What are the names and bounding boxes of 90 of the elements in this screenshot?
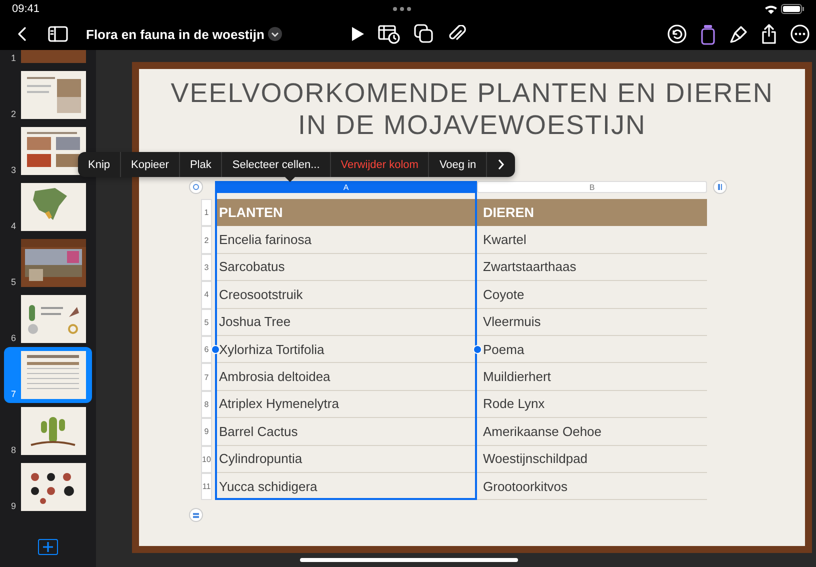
- slide-number: 2: [10, 109, 17, 119]
- back-icon[interactable]: [17, 26, 27, 42]
- slide-number: 6: [10, 333, 17, 343]
- menu-item[interactable]: Knip: [78, 152, 122, 177]
- table-cell: Amerikaanse Oehoe: [477, 418, 707, 446]
- multitasking-dots-icon[interactable]: [392, 6, 412, 12]
- header-cell: DIEREN: [477, 199, 707, 226]
- wifi-icon: [764, 4, 778, 14]
- slide-thumbnail-item[interactable]: 8: [4, 403, 92, 459]
- table-select-handle[interactable]: [189, 180, 203, 194]
- table-cell: Barrel Cactus: [215, 418, 477, 446]
- header-cell: PLANTEN: [215, 199, 477, 226]
- add-column-handle[interactable]: [713, 180, 727, 194]
- table-cell: Joshua Tree: [215, 308, 477, 336]
- table-cell: Yucca schidigera: [215, 472, 477, 500]
- table-cell: Coyote: [477, 281, 707, 309]
- table-cell: Ambrosia deltoidea: [215, 363, 477, 391]
- slide-thumbnail: [21, 239, 86, 287]
- row-number[interactable]: 9: [201, 418, 212, 446]
- row-number[interactable]: 10: [201, 446, 212, 473]
- column-header[interactable]: B: [477, 181, 707, 193]
- slide-thumbnail: [21, 463, 86, 511]
- slide-thumbnail: [21, 407, 86, 455]
- menu-item[interactable]: Verwijder kolom: [330, 152, 430, 177]
- row-number[interactable]: 2: [201, 226, 212, 254]
- row-number[interactable]: 7: [201, 363, 212, 391]
- share-icon[interactable]: [760, 24, 778, 44]
- row-number[interactable]: 1: [201, 199, 212, 226]
- sidebar-icon[interactable]: [48, 26, 68, 42]
- table-cell: Woestijnschildpad: [477, 446, 707, 473]
- battery-icon: [781, 4, 804, 14]
- add-row-handle[interactable]: [189, 508, 203, 522]
- slide-thumbnail-item[interactable]: 7: [4, 347, 92, 403]
- slide-thumbnail-item[interactable]: 5: [4, 235, 92, 291]
- slide-number: 7: [10, 389, 17, 399]
- slide-thumbnail-item[interactable]: 4: [4, 179, 92, 235]
- paintbrush-icon[interactable]: [729, 24, 748, 44]
- table-cell: Cylindropuntia: [215, 446, 477, 473]
- more-icon[interactable]: [790, 24, 810, 44]
- play-icon[interactable]: [350, 26, 364, 42]
- table-cell: Sarcobatus: [215, 254, 477, 282]
- slide-title: VEELVOORKOMENDE PLANTEN EN DIEREN IN DE MOJAVEWOESTIJN: [170, 77, 774, 141]
- menu-item[interactable]: Selecteer cellen...: [222, 152, 331, 177]
- slide-thumbnail-item[interactable]: 6: [4, 291, 92, 347]
- slide-thumbnail: [21, 127, 86, 175]
- slide-thumbnail: [21, 295, 86, 343]
- menu-item[interactable]: Voeg in: [429, 152, 488, 177]
- table-cell: Muildierhert: [477, 363, 707, 391]
- slide-thumbnail-item[interactable]: 2: [4, 67, 92, 123]
- menu-item[interactable]: Plak: [180, 152, 222, 177]
- slide-number: 9: [10, 501, 17, 511]
- slide-thumbnail: [21, 183, 86, 231]
- document-title[interactable]: Flora en fauna in de woestijn: [86, 26, 264, 42]
- paperclip-icon[interactable]: [448, 25, 466, 43]
- table-cell: Atriplex Hymenelytra: [215, 390, 477, 418]
- plus-icon[interactable]: [43, 542, 53, 552]
- shapes-icon[interactable]: [414, 24, 434, 44]
- resize-handle[interactable]: [211, 345, 220, 354]
- row-number[interactable]: 11: [201, 472, 212, 500]
- slide-number: 5: [10, 277, 17, 287]
- slide-thumbnail-item[interactable]: 9: [4, 459, 92, 515]
- slide-thumbnail: [21, 351, 86, 399]
- slide-number: 3: [10, 165, 17, 175]
- row-number[interactable]: 8: [201, 390, 212, 418]
- chevron-right-icon[interactable]: [497, 159, 506, 170]
- resize-handle[interactable]: [473, 345, 482, 354]
- table-clock-icon[interactable]: [378, 24, 400, 44]
- format-icon[interactable]: [699, 24, 717, 44]
- chevron-down-icon[interactable]: [268, 27, 282, 41]
- slide-canvas[interactable]: [132, 62, 812, 553]
- row-number[interactable]: 4: [201, 281, 212, 309]
- status-time: 09:41: [12, 3, 40, 15]
- slide-thumbnail: [21, 71, 86, 119]
- slide-number: 4: [10, 221, 17, 231]
- slide-number: 8: [10, 445, 17, 455]
- slide-thumbnail-item[interactable]: 1: [4, 50, 92, 67]
- slide-number: 1: [10, 53, 17, 63]
- undo-icon[interactable]: [667, 24, 687, 44]
- table-cell: Rode Lynx: [477, 390, 707, 418]
- row-number[interactable]: 5: [201, 308, 212, 336]
- table-cell: Grootoorkitvos: [477, 472, 707, 500]
- table-cell: Vleermuis: [477, 308, 707, 336]
- menu-item[interactable]: Kopieer: [121, 152, 180, 177]
- row-number[interactable]: 3: [201, 254, 212, 282]
- table-cell: Creosootstruik: [215, 281, 477, 309]
- table-cell: Encelia farinosa: [215, 226, 477, 254]
- table-cell: Zwartstaarthaas: [477, 254, 707, 282]
- table-cell: Kwartel: [477, 226, 707, 254]
- add-slide-button[interactable]: [38, 539, 58, 555]
- row-number[interactable]: 6: [201, 336, 212, 364]
